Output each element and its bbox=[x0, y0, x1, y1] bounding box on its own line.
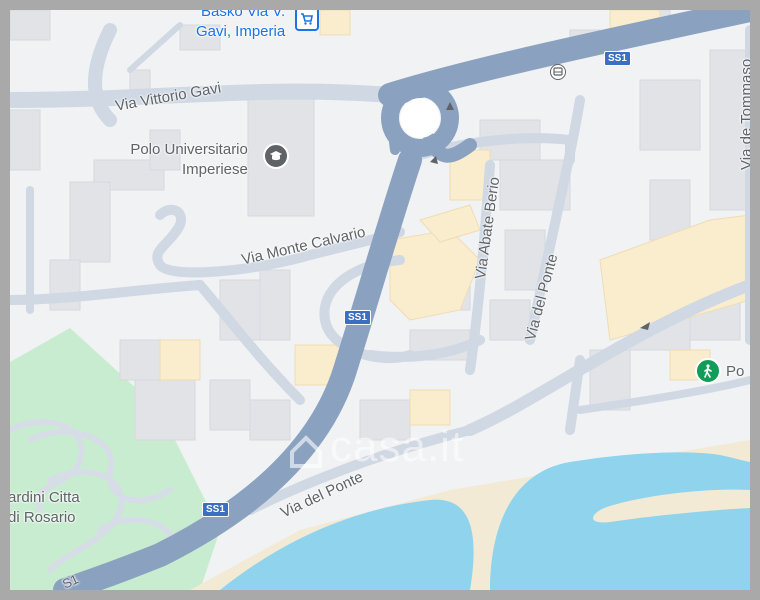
sea bbox=[220, 499, 474, 590]
house-icon bbox=[290, 435, 322, 468]
poi-basko-line1: Basko Via V. bbox=[200, 10, 286, 20]
map-viewport[interactable]: Via Vittorio Gavi Via Monte Calvario Via… bbox=[10, 10, 750, 590]
poi-basko-line2: Gavi, Imperia bbox=[196, 23, 286, 40]
poi-polo-line2: Imperiese bbox=[182, 161, 248, 178]
poi-giardini-line1: ardini Citta bbox=[10, 489, 80, 506]
watermark-logo: casa.it bbox=[290, 422, 464, 472]
hiker-icon[interactable] bbox=[695, 358, 721, 384]
poi-polo-label[interactable]: Polo Universitario Imperiese bbox=[126, 140, 248, 180]
road-shield-ss1-middle: SS1 bbox=[344, 310, 371, 325]
graduation-cap-icon[interactable] bbox=[263, 143, 289, 169]
street-label-via-de-tommaso: Via de Tommaso bbox=[738, 58, 750, 170]
sea-right bbox=[490, 452, 750, 590]
bus-stop-icon[interactable] bbox=[550, 64, 566, 80]
poi-basko-label[interactable]: Basko Via V. Gavi, Imperia bbox=[196, 10, 285, 42]
road-shield-ss1-bottom: SS1 bbox=[202, 502, 229, 517]
shopping-cart-icon[interactable] bbox=[295, 10, 319, 31]
poi-polo-line1: Polo Universitario bbox=[130, 141, 248, 158]
poi-po-label[interactable]: Po bbox=[726, 362, 744, 382]
poi-giardini-line2: di Rosario bbox=[10, 509, 76, 526]
road-shield-ss1-top: SS1 bbox=[604, 51, 631, 66]
poi-giardini-label[interactable]: ardini Citta di Rosario bbox=[10, 488, 80, 528]
roundabout-island bbox=[400, 98, 440, 138]
watermark-text: casa.it bbox=[330, 422, 465, 471]
